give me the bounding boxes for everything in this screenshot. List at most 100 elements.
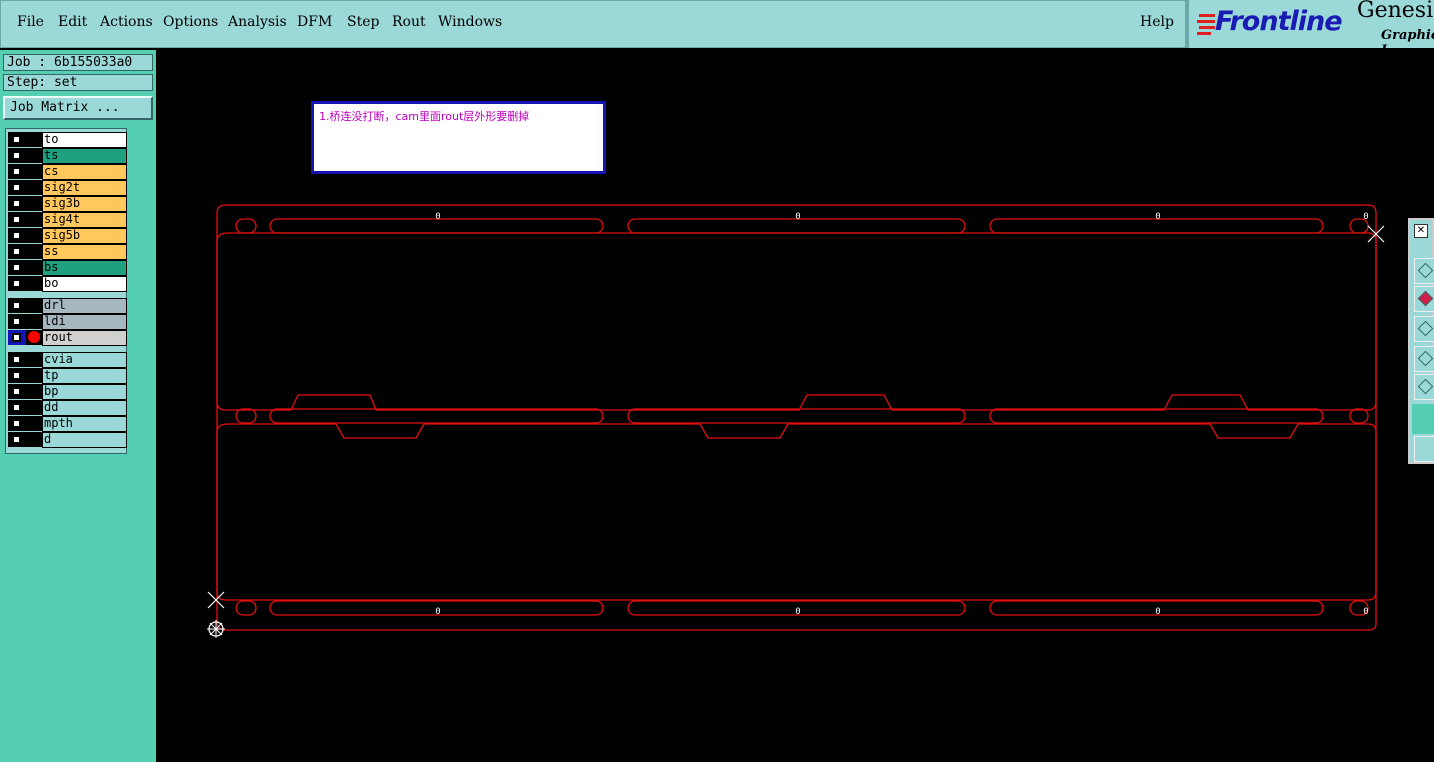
menu-bar: File Edit Actions Options Analysis DFM Step Rou… [0,0,1186,48]
slot-1-1 [627,408,966,424]
layer-name[interactable]: ldi [42,314,127,330]
layer-name[interactable]: sig5b [42,228,127,244]
toolbar-button-6[interactable] [1414,436,1434,462]
layer-checkbox[interactable] [8,180,26,195]
layer-name[interactable]: mpth [42,416,127,432]
slot-end-1 [1349,408,1369,424]
layer-checkbox[interactable] [8,368,26,383]
layer-checkbox[interactable] [8,400,26,415]
layer-row-bp[interactable]: bp [8,384,127,400]
board-label-6: 0 [1155,607,1160,617]
job-name: Job : 6b155033a0 [3,54,153,71]
layer-color-slot [26,196,42,211]
layer-row-d[interactable]: d [8,432,127,448]
layer-name[interactable]: sig3b [42,196,127,212]
close-icon[interactable]: ✕ [1414,224,1428,238]
layer-name[interactable]: rout [42,330,127,346]
layer-name[interactable]: cvia [42,352,127,368]
panel-frame [216,204,1377,631]
layer-name[interactable]: ss [42,244,127,260]
menu-actions[interactable]: Actions [100,14,153,30]
layer-row-cvia[interactable]: cvia [8,352,127,368]
toolbar-button-5[interactable] [1414,374,1434,400]
layer-name[interactable]: tp [42,368,127,384]
toolbar-button-3[interactable] [1414,316,1434,342]
menu-step[interactable]: Step [347,14,379,30]
slot-start-0 [235,218,257,234]
menu-edit[interactable]: Edit [58,14,87,30]
layer-row-dd[interactable]: dd [8,400,127,416]
menu-rout[interactable]: Rout [392,14,426,30]
menu-analysis[interactable]: Analysis [228,14,287,30]
layer-row-sig3b[interactable]: sig3b [8,196,127,212]
layer-checkbox[interactable] [8,416,26,431]
layer-name[interactable]: cs [42,164,127,180]
layer-row-ldi[interactable]: ldi [8,314,127,330]
layer-checkbox[interactable] [8,352,26,367]
layer-row-ts[interactable]: ts [8,148,127,164]
layer-color-slot [26,384,42,399]
layer-row-cs[interactable]: cs [8,164,127,180]
layer-checkbox[interactable] [8,164,26,179]
menu-help[interactable]: Help [1140,14,1174,30]
layer-checkbox[interactable] [8,244,26,259]
layer-name[interactable]: ts [42,148,127,164]
flame-icon [1197,14,1215,35]
layer-name[interactable]: bo [42,276,127,292]
layer-name[interactable]: bp [42,384,127,400]
layer-name[interactable]: bs [42,260,127,276]
layer-row-tp[interactable]: tp [8,368,127,384]
layer-row-mpth[interactable]: mpth [8,416,127,432]
layer-name[interactable]: dd [42,400,127,416]
layer-row-bs[interactable]: bs [8,260,127,276]
layer-checkbox[interactable] [8,314,26,329]
menu-dfm[interactable]: DFM [297,14,332,30]
toolbar-button-2[interactable] [1414,286,1434,312]
layer-checkbox[interactable] [8,132,26,147]
layer-row-sig5b[interactable]: sig5b [8,228,127,244]
layer-row-bo[interactable]: bo [8,276,127,292]
menu-file[interactable]: File [17,14,44,30]
layer-row-drl[interactable]: drl [8,298,127,314]
lower-board [216,423,1377,601]
layer-name[interactable]: to [42,132,127,148]
layer-name[interactable]: sig4t [42,212,127,228]
job-matrix-button[interactable]: Job Matrix ... [3,96,153,120]
layer-checkbox[interactable] [8,148,26,163]
layer-checkbox[interactable] [8,196,26,211]
layer-name[interactable]: sig2t [42,180,127,196]
step-name: Step: set [3,74,153,91]
layer-name[interactable]: d [42,432,127,448]
layer-checkbox[interactable] [8,432,26,447]
board-label-3: 0 [1363,212,1368,222]
origin-icon [207,620,225,638]
slot-1-2 [989,408,1324,424]
layer-row-rout[interactable]: rout [8,330,127,346]
layer-color-slot [26,432,42,447]
menu-options[interactable]: Options [163,14,218,30]
layer-checkbox[interactable] [8,212,26,227]
product-name: Genesis [1357,0,1434,23]
diamond-icon [1417,290,1434,307]
board-label-7: 0 [1363,607,1368,617]
menu-windows[interactable]: Windows [438,14,502,30]
toolbar-button-4[interactable] [1414,346,1434,372]
annotation-note[interactable]: 1.桥连没打断，cam里面rout层外形要删掉 [311,101,606,174]
board-label-1: 0 [795,212,800,222]
layer-checkbox[interactable] [8,260,26,275]
layer-name[interactable]: drl [42,298,127,314]
layer-checkbox[interactable] [8,276,26,291]
layer-color-slot [26,416,42,431]
layer-checkbox[interactable] [8,228,26,243]
layer-row-ss[interactable]: ss [8,244,127,260]
layer-color-slot [26,400,42,415]
layer-checkbox[interactable] [8,384,26,399]
layer-checkbox[interactable] [8,298,26,313]
toolbar-button-1[interactable] [1414,258,1434,284]
layer-row-to[interactable]: to [8,132,127,148]
board-label-0: 0 [435,212,440,222]
layer-checkbox[interactable] [8,330,26,345]
layer-color-slot [26,260,42,275]
layer-row-sig4t[interactable]: sig4t [8,212,127,228]
layer-row-sig2t[interactable]: sig2t [8,180,127,196]
